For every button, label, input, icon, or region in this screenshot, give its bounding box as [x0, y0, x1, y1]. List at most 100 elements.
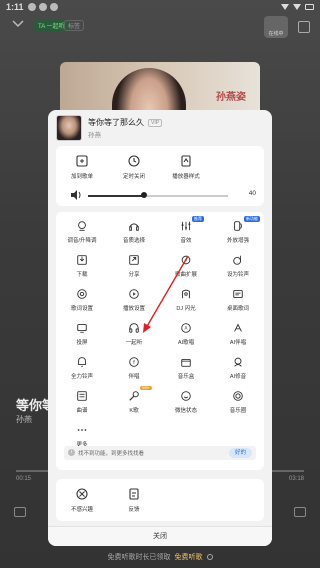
player-top-bar: TA 一起听 标签 在线中 — [0, 16, 320, 38]
option-score[interactable]: 曲谱 — [56, 390, 108, 414]
option-badge: 推荐 — [192, 216, 204, 222]
vip-tag: VIP — [148, 118, 163, 127]
desktop-lyrics-icon — [233, 290, 243, 298]
option-not-interested[interactable]: 不感兴趣 — [56, 487, 108, 513]
player-style-icon — [181, 155, 191, 167]
svg-text:f: f — [133, 360, 135, 366]
chevron-down-icon[interactable] — [12, 18, 24, 30]
quick-actions-card: 加到歌单 定时关闭 播放器样式 40 — [56, 146, 264, 206]
avatar-caption: 在线中 — [268, 31, 284, 37]
option-label: 反馈 — [128, 507, 140, 513]
tip-ok-button[interactable]: 好的 — [228, 448, 252, 458]
option-label: 音效 — [180, 238, 192, 244]
option-tune[interactable]: 调音/升降调 — [56, 220, 108, 244]
option-ai-tune[interactable]: AI修音 — [212, 356, 264, 380]
option-play-settings[interactable]: 播放设置 — [108, 288, 160, 312]
option-bell[interactable]: 全力铃声 — [56, 356, 108, 380]
music-circle-icon — [233, 391, 243, 401]
option-label: 播放设置 — [122, 306, 145, 312]
option-label: 外放增强 — [226, 238, 249, 244]
option-label: 歌曲扩展 — [174, 272, 197, 278]
listen-together-icon — [129, 323, 139, 333]
option-label: AI修音 — [229, 374, 247, 380]
player-singer[interactable]: 孙燕 — [16, 414, 32, 425]
music-box-icon — [181, 358, 191, 367]
tip-text: 找不到功能，到更多找找看 — [78, 451, 145, 457]
option-label: AI歌唱 — [177, 340, 195, 346]
option-label: 音质选择 — [122, 238, 145, 244]
sheet-header: 等你等了那么久 VIP 孙燕 — [54, 112, 266, 142]
sheet-song-title: 等你等了那么久 VIP — [88, 117, 163, 128]
tune-icon — [78, 221, 86, 231]
ai-harmony-icon — [234, 323, 242, 332]
option-ai-harmony[interactable]: AI伴唱 — [212, 322, 264, 346]
info-icon — [206, 554, 213, 560]
song-title-text: 等你等了那么久 — [88, 118, 144, 127]
sheet-singer[interactable]: 孙燕 — [88, 129, 101, 139]
option-music-box[interactable]: 音乐盒 — [160, 356, 212, 380]
close-button[interactable]: 关闭 — [48, 526, 272, 546]
option-label: 全力铃声 — [70, 374, 93, 380]
option-karaoke[interactable]: 999+ K歌 — [108, 386, 160, 414]
option-ringtone[interactable]: 设为铃声 — [212, 254, 264, 278]
score-icon — [77, 391, 87, 401]
option-label: 定时关闭 — [122, 174, 145, 180]
battery-icon — [305, 4, 314, 10]
option-feedback[interactable]: 反馈 — [108, 487, 160, 513]
speaker-boost-icon — [234, 221, 242, 231]
option-dj[interactable]: DJ 闪光 — [160, 288, 212, 312]
option-lyrics-settings[interactable]: 歌词设置 — [56, 288, 108, 312]
download-icon — [77, 255, 87, 265]
option-ai-sing[interactable]: A AI歌唱 — [160, 322, 212, 346]
online-avatar[interactable]: 在线中 — [264, 16, 288, 38]
option-download[interactable]: 下载 — [56, 254, 108, 278]
wechat-status-icon — [181, 391, 191, 401]
option-wechat-status[interactable]: 微信状态 — [160, 390, 212, 414]
option-equalizer[interactable]: 推荐音效 — [160, 216, 212, 244]
features-card: 调音/升降调 音质选择 推荐 音效 新功能 外放增强 下载 分享 歌曲扩展 设为铃声 歌词设置 播放设… — [56, 212, 264, 470]
share-out-icon[interactable] — [298, 21, 310, 33]
option-timer[interactable]: 定时关闭 — [108, 154, 160, 180]
more-options-sheet: 等你等了那么久 VIP 孙燕 加到歌单 定时关闭 播放器样式 40 调音/升降调 音质选… — [48, 110, 272, 546]
option-label: 曲谱 — [76, 408, 88, 414]
option-music-circle[interactable]: 音乐圈 — [212, 390, 264, 414]
notification-icon — [49, 3, 58, 11]
volume-slider-handle[interactable] — [141, 192, 147, 198]
dj-icon — [182, 289, 190, 299]
option-desktop-lyrics[interactable]: 桌面歌词 — [212, 288, 264, 312]
option-song-extend[interactable]: 歌曲扩展 — [160, 254, 212, 278]
option-label: 加到歌单 — [70, 174, 93, 180]
feedback-card: 不感兴趣 反馈 — [56, 479, 264, 521]
more-icon — [77, 429, 87, 431]
info-icon: i — [68, 449, 75, 456]
option-share[interactable]: 分享 — [108, 254, 160, 278]
option-badge: 新功能 — [244, 216, 260, 222]
wifi-icon — [281, 4, 289, 10]
option-playlist-add[interactable]: 加到歌单 — [56, 154, 108, 180]
cast-icon — [77, 324, 87, 333]
option-quality[interactable]: 音质选择 — [108, 220, 160, 244]
quality-icon — [129, 223, 139, 231]
song-tag[interactable]: 标签 — [64, 20, 85, 31]
notification-icon — [27, 3, 36, 11]
option-listen-together[interactable]: 一起听 — [108, 322, 160, 346]
volume-value: 40 — [248, 190, 256, 197]
song-extend-icon — [181, 255, 191, 265]
option-accompany[interactable]: f 伴唱 — [108, 356, 160, 380]
option-label: DJ 闪光 — [176, 306, 196, 312]
playlist-icon[interactable] — [294, 507, 306, 517]
shuffle-icon[interactable] — [14, 507, 26, 517]
time-elapsed: 00:15 — [16, 476, 32, 482]
volume-control[interactable]: 40 — [70, 190, 256, 200]
option-player-style[interactable]: 播放器样式 — [160, 154, 212, 180]
option-label: 一起听 — [125, 340, 143, 346]
option-more[interactable]: 更多 — [56, 424, 108, 448]
option-speaker-boost[interactable]: 新功能外放增强 — [212, 216, 264, 244]
tip-banner: i 找不到功能，到更多找找看 好的 — [64, 446, 256, 460]
option-label: AI伴唱 — [229, 340, 247, 346]
status-notification-icons — [27, 3, 58, 11]
option-cast[interactable]: 投屏 — [56, 322, 108, 346]
ringtone-icon — [233, 255, 242, 265]
notification-icon — [38, 3, 47, 11]
free-listen-link[interactable]: 免费听歌 — [175, 552, 203, 562]
